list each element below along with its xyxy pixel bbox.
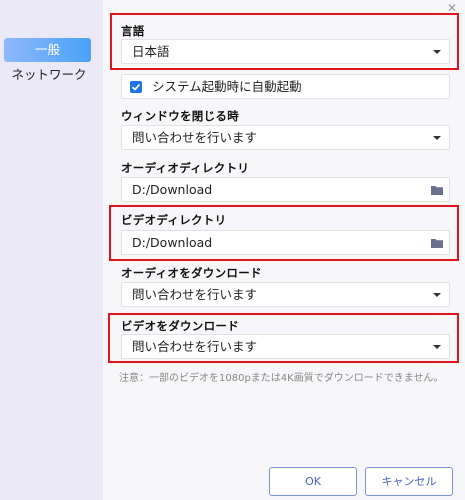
folder-icon[interactable] (431, 238, 443, 248)
on-close-select[interactable]: 問い合わせを行います (121, 125, 450, 150)
audio-dir-value: D:/Download (132, 182, 213, 197)
sidebar-item-network[interactable]: ネットワーク (4, 63, 94, 87)
video-dir-label: ビデオディレクトリ (121, 213, 227, 227)
video-download-value: 問い合わせを行います (132, 339, 258, 354)
autostart-label: システム起動時に自動起動 (152, 79, 302, 94)
download-note: 注意：一部のビデオを1080pまたは4K画質でダウンロードできません。 (119, 373, 444, 384)
sidebar-item-general[interactable]: 一般 (4, 38, 91, 62)
audio-download-label: オーディオをダウンロード (121, 266, 262, 280)
settings-panel: ✕ 言語 日本語 システム起動時に自動起動 ウィンドウを閉じる時 問い合わせを行… (103, 0, 465, 500)
language-select[interactable]: 日本語 (121, 39, 450, 64)
language-value: 日本語 (132, 44, 170, 59)
check-icon (131, 83, 141, 91)
audio-download-value: 問い合わせを行います (132, 287, 258, 302)
chevron-down-icon (433, 293, 441, 297)
autostart-checkbox[interactable] (130, 81, 142, 93)
chevron-down-icon (433, 50, 441, 54)
audio-dir-label: オーディオディレクトリ (121, 161, 250, 175)
folder-icon[interactable] (431, 185, 443, 195)
audio-dir-field[interactable]: D:/Download (121, 177, 450, 202)
close-icon[interactable]: ✕ (447, 2, 459, 14)
language-label: 言語 (121, 24, 145, 38)
autostart-checkbox-row[interactable]: システム起動時に自動起動 (121, 74, 450, 99)
ok-button[interactable]: OK (269, 467, 357, 496)
video-dir-value: D:/Download (132, 235, 213, 250)
video-download-select[interactable]: 問い合わせを行います (121, 334, 450, 359)
chevron-down-icon (433, 136, 441, 140)
chevron-down-icon (433, 345, 441, 349)
sidebar: 一般 ネットワーク (0, 0, 103, 500)
video-download-label: ビデオをダウンロード (121, 319, 239, 333)
on-close-value: 問い合わせを行います (132, 130, 258, 145)
cancel-button[interactable]: キャンセル (365, 467, 453, 496)
audio-download-select[interactable]: 問い合わせを行います (121, 282, 450, 307)
video-dir-field[interactable]: D:/Download (121, 230, 450, 255)
on-close-label: ウィンドウを閉じる時 (121, 109, 239, 123)
